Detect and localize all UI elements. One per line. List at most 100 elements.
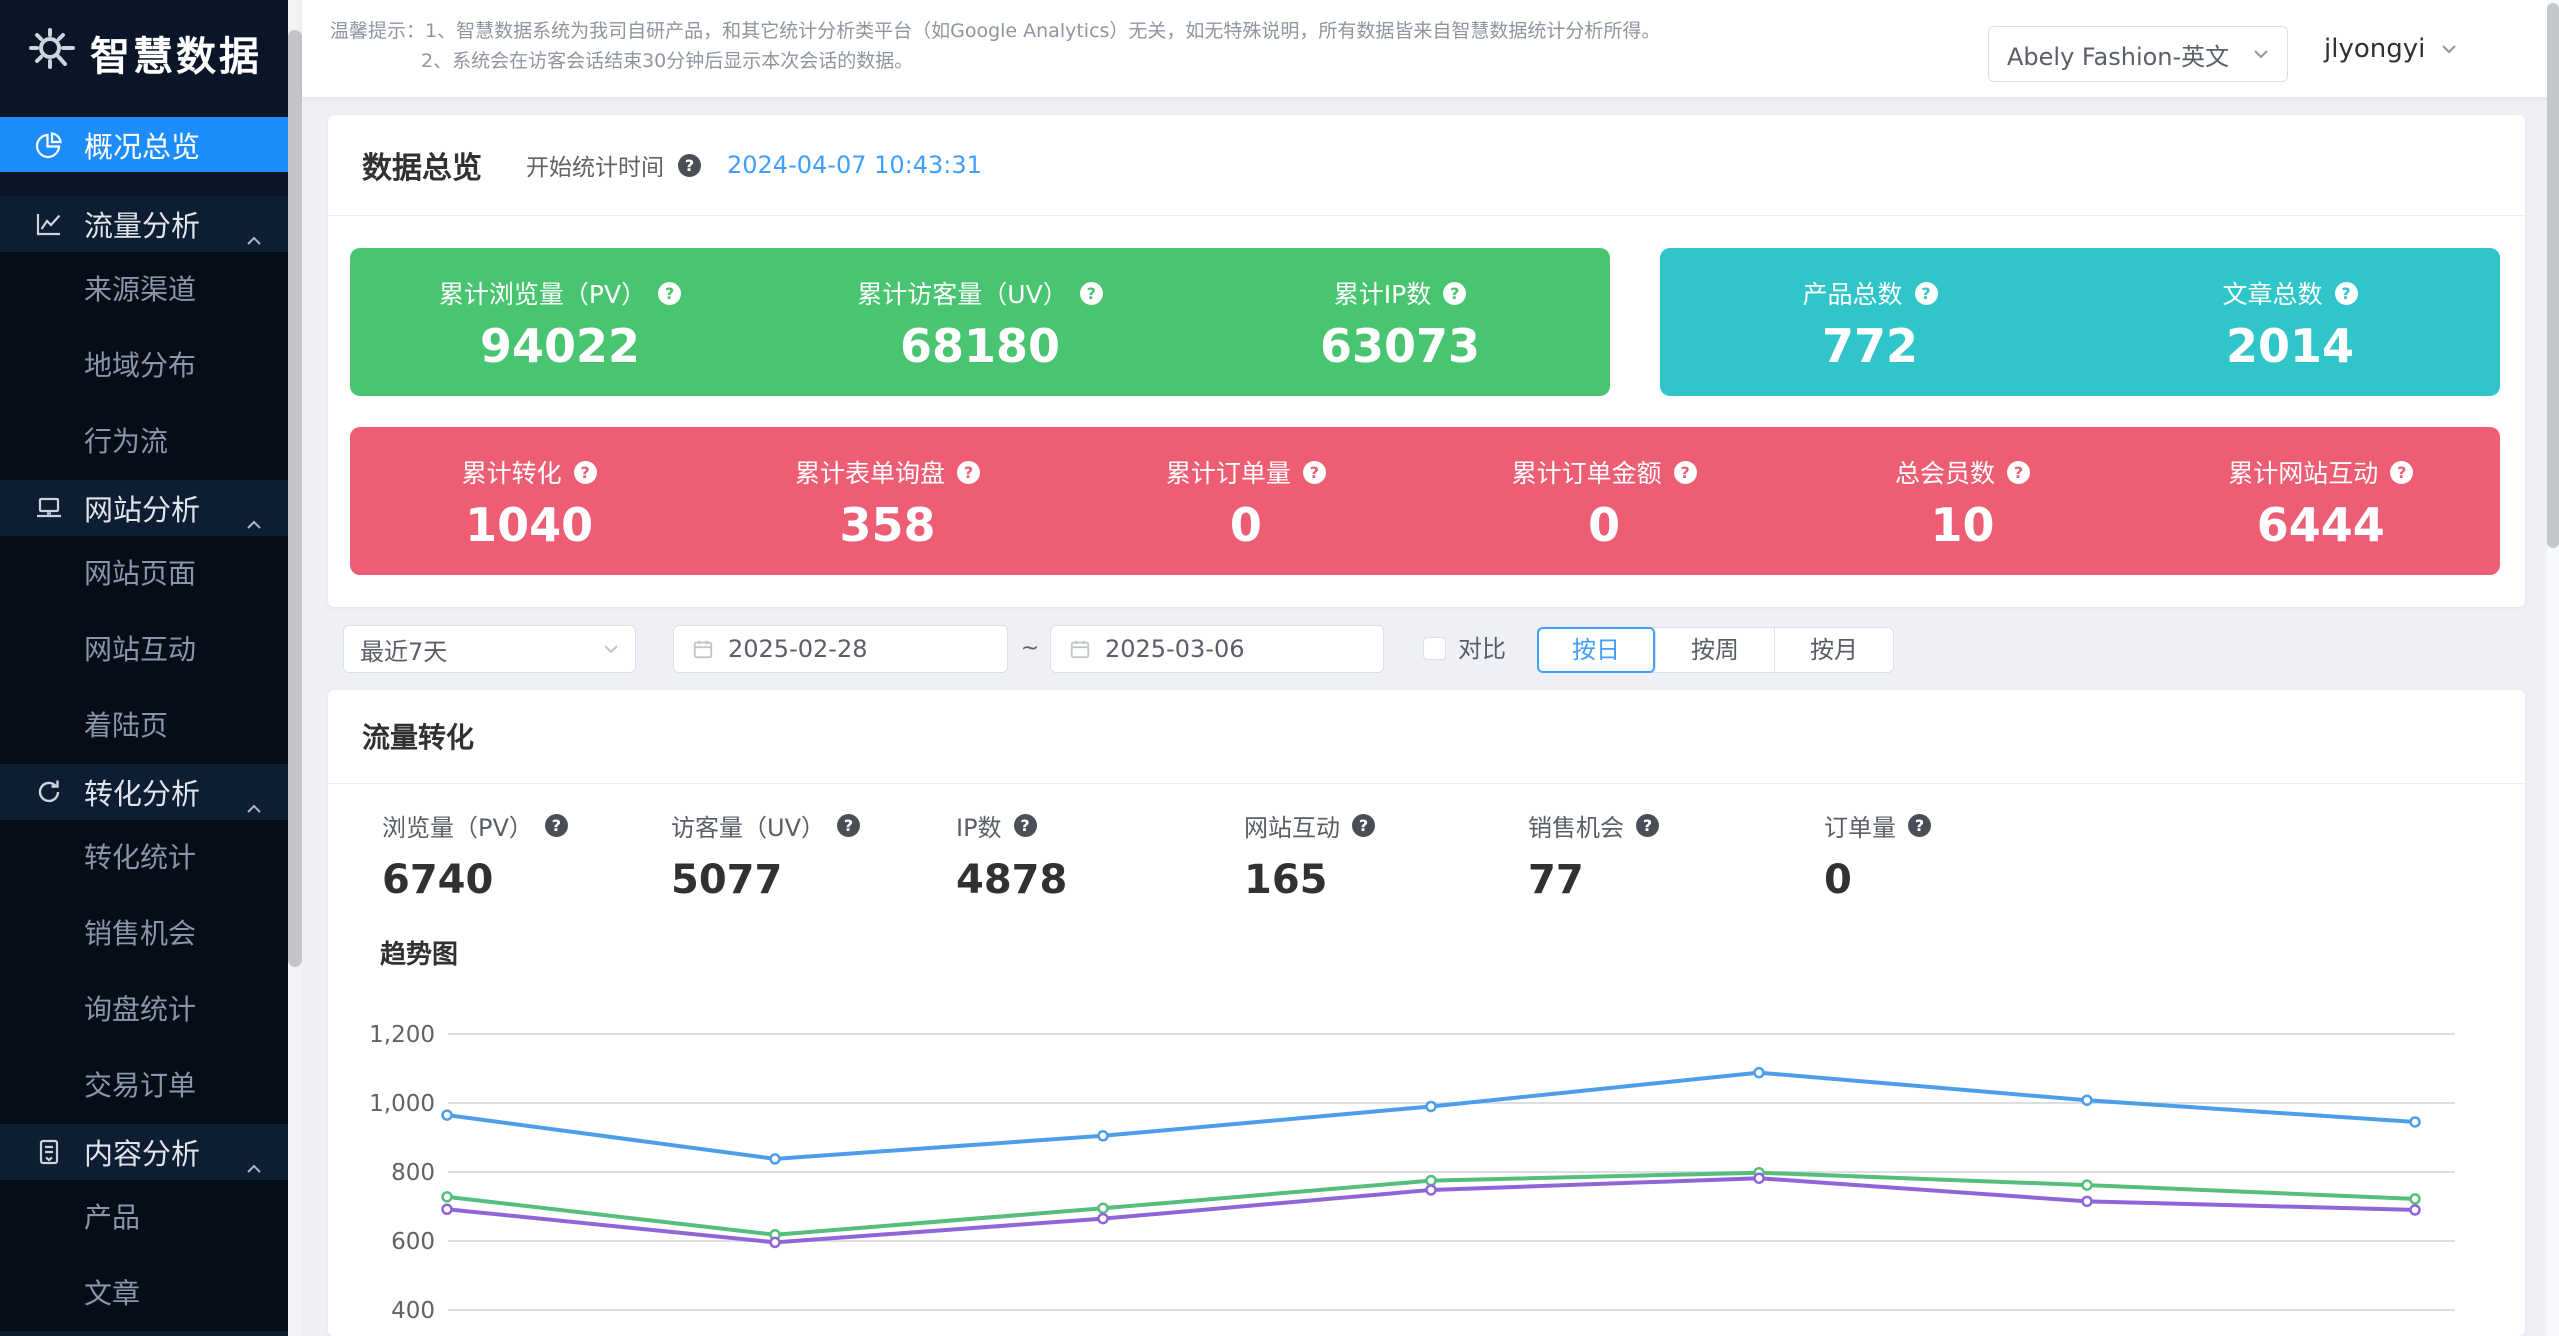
help-icon[interactable]: ? (1352, 814, 1375, 837)
stat-value: 0 (1588, 502, 1620, 548)
help-icon[interactable]: ? (1303, 461, 1326, 484)
data-point-series-green[interactable] (1427, 1176, 1436, 1185)
help-icon[interactable]: ? (837, 814, 860, 837)
sidebar-subitem-销售机会[interactable]: 销售机会 (0, 896, 288, 972)
data-point-series-purple[interactable] (1755, 1174, 1764, 1183)
sidebar-scrollbar-thumb[interactable] (288, 30, 302, 967)
sidebar-item-流量分析[interactable]: 流量分析 (0, 196, 288, 252)
overview-title: 数据总览 (362, 143, 482, 187)
sidebar-subitem-网站页面[interactable]: 网站页面 (0, 536, 288, 612)
chevron-down-icon (2253, 49, 2269, 59)
stat-item: 累计IP数?63073 (1190, 248, 1610, 396)
data-point-series-purple[interactable] (1427, 1185, 1436, 1194)
page-scrollbar[interactable] (2547, 0, 2559, 1336)
help-icon[interactable]: ? (2007, 461, 2030, 484)
sidebar-item-label: 概况总览 (84, 124, 200, 166)
chevron-up-icon (246, 787, 262, 821)
document-icon (34, 1137, 64, 1167)
sidebar-item-概况总览[interactable]: 概况总览 (0, 117, 288, 172)
granularity-按月-button[interactable]: 按月 (1775, 628, 1893, 672)
help-icon[interactable]: ? (1443, 282, 1466, 305)
granularity-button-group: 按日按周按月 (1537, 627, 1894, 673)
metric-浏览量（PV）: 浏览量（PV）?6740 (382, 808, 568, 903)
help-icon[interactable]: ? (1636, 814, 1659, 837)
sidebar-subitem-文章[interactable]: 文章 (0, 1256, 288, 1332)
metric-销售机会: 销售机会?77 (1528, 808, 1659, 903)
date-range-select[interactable]: 最近7天 (343, 625, 636, 673)
logo-sun-icon (24, 25, 80, 81)
sidebar-subitem-来源渠道[interactable]: 来源渠道 (0, 252, 288, 328)
sidebar-item-网站分析[interactable]: 网站分析 (0, 480, 288, 536)
help-icon[interactable]: ? (1915, 282, 1938, 305)
data-point-series-purple[interactable] (771, 1238, 780, 1247)
data-point-series-blue[interactable] (2083, 1096, 2092, 1105)
help-icon[interactable]: ? (678, 154, 701, 177)
user-menu[interactable]: jlyongyi (2324, 0, 2457, 97)
data-point-series-blue[interactable] (1099, 1131, 1108, 1140)
data-point-series-purple[interactable] (2083, 1197, 2092, 1206)
sidebar-subitem-转化统计[interactable]: 转化统计 (0, 820, 288, 896)
data-point-series-purple[interactable] (2411, 1205, 2420, 1214)
data-point-series-purple[interactable] (1099, 1214, 1108, 1223)
help-icon[interactable]: ? (1080, 282, 1103, 305)
sidebar-subitem-着陆页[interactable]: 着陆页 (0, 688, 288, 764)
notice-line-2: 2、系统会在访客会话结束30分钟后显示本次会话的数据。 (421, 46, 1660, 76)
page-scrollbar-thumb[interactable] (2547, 3, 2559, 548)
sidebar-next-group-partial (0, 1331, 288, 1336)
sidebar-item-转化分析[interactable]: 转化分析 (0, 764, 288, 820)
data-point-series-blue[interactable] (443, 1111, 452, 1120)
help-icon[interactable]: ? (574, 461, 597, 484)
help-icon[interactable]: ? (957, 461, 980, 484)
sidebar-subitem-行为流[interactable]: 行为流 (0, 404, 288, 480)
help-icon[interactable]: ? (1908, 814, 1931, 837)
metric-订单量: 订单量?0 (1824, 808, 1931, 903)
sidebar-subitem-交易订单[interactable]: 交易订单 (0, 1048, 288, 1124)
start-date-value: 2025-02-28 (728, 635, 867, 663)
sidebar-item-label: 网站分析 (84, 487, 200, 529)
y-axis-tick: 600 (391, 1229, 435, 1255)
data-point-series-green[interactable] (2411, 1194, 2420, 1203)
stat-item: 累计订单量?0 (1067, 427, 1425, 575)
stat-label: 文章总数 (2222, 275, 2322, 311)
sidebar-item-内容分析[interactable]: 内容分析 (0, 1124, 288, 1180)
sidebar-menu: 概况总览流量分析来源渠道地域分布行为流网站分析网站页面网站互动着陆页转化分析转化… (0, 117, 288, 1332)
granularity-按日-button[interactable]: 按日 (1537, 627, 1656, 673)
sidebar-logo[interactable]: 智慧数据 (0, 0, 288, 106)
granularity-按周-button[interactable]: 按周 (1656, 628, 1775, 672)
data-point-series-green[interactable] (443, 1192, 452, 1201)
compare-checkbox[interactable] (1423, 637, 1446, 660)
start-time-value[interactable]: 2024-04-07 10:43:31 (727, 151, 982, 179)
end-date-value: 2025-03-06 (1105, 635, 1244, 663)
end-date-input[interactable]: 2025-03-06 (1050, 625, 1384, 673)
chevron-down-icon (2441, 44, 2457, 54)
metric-value: 0 (1824, 857, 1931, 903)
help-icon[interactable]: ? (2335, 282, 2358, 305)
stat-item: 文章总数?2014 (2080, 248, 2500, 396)
sidebar-item-label: 流量分析 (84, 203, 200, 245)
sidebar-subitem-询盘统计[interactable]: 询盘统计 (0, 972, 288, 1048)
help-icon[interactable]: ? (1674, 461, 1697, 484)
sidebar-subitem-产品[interactable]: 产品 (0, 1180, 288, 1256)
help-icon[interactable]: ? (2390, 461, 2413, 484)
data-point-series-green[interactable] (2083, 1181, 2092, 1190)
data-point-series-purple[interactable] (443, 1205, 452, 1214)
help-icon[interactable]: ? (1014, 814, 1037, 837)
data-point-series-blue[interactable] (1755, 1068, 1764, 1077)
topbar: 温馨提示：1、智慧数据系统为我司自研产品，和其它统计分析类平台（如Google … (302, 0, 2559, 97)
start-date-input[interactable]: 2025-02-28 (673, 625, 1008, 673)
stat-item: 累计浏览量（PV）?94022 (350, 248, 770, 396)
data-point-series-green[interactable] (1099, 1204, 1108, 1213)
stat-label: 累计订单金额 (1512, 454, 1662, 490)
site-selector[interactable]: Abely Fashion-英文 (1988, 26, 2288, 82)
date-range-select-value: 最近7天 (360, 632, 447, 667)
sidebar-subitem-地域分布[interactable]: 地域分布 (0, 328, 288, 404)
metric-label: 销售机会 (1528, 808, 1624, 843)
trend-line-series-blue (447, 1073, 2415, 1159)
data-point-series-blue[interactable] (771, 1154, 780, 1163)
data-point-series-blue[interactable] (2411, 1117, 2420, 1126)
help-icon[interactable]: ? (658, 282, 681, 305)
data-point-series-blue[interactable] (1427, 1102, 1436, 1111)
stat-item: 累计转化?1040 (350, 427, 708, 575)
help-icon[interactable]: ? (545, 814, 568, 837)
stat-label: 总会员数 (1895, 454, 1995, 490)
